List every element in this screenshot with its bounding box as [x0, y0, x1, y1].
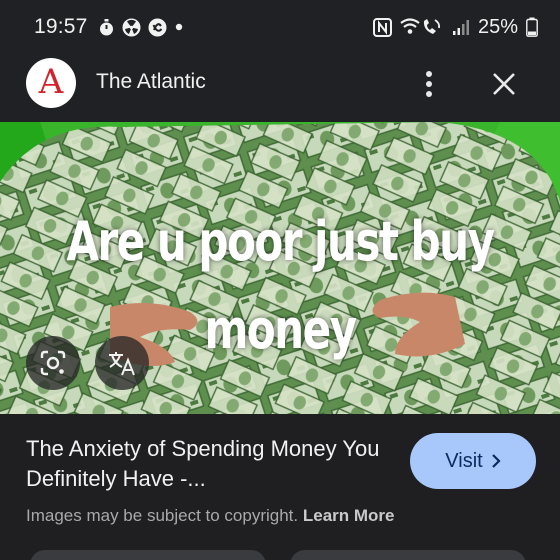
- status-left-icons: [98, 18, 184, 37]
- more-options-button[interactable]: [414, 64, 444, 104]
- status-bar: 19:57 25%: [0, 0, 560, 54]
- bottom-chip-left[interactable]: [30, 550, 266, 560]
- battery-icon: [526, 17, 538, 37]
- timer-icon: [99, 18, 113, 35]
- result-title[interactable]: The Anxiety of Spending Money You Defini…: [26, 434, 396, 494]
- google-lens-icon: [40, 350, 66, 376]
- more-vert-icon: [426, 71, 432, 97]
- sync-icon: [148, 18, 167, 36]
- wifi-call-icon: [400, 18, 441, 34]
- translate-button[interactable]: [95, 336, 149, 390]
- bottom-chip-right[interactable]: [290, 550, 526, 560]
- status-right-icons: 25%: [372, 15, 538, 39]
- close-icon: [493, 73, 515, 95]
- image-preview[interactable]: Are u poor just buy money: [0, 122, 560, 414]
- site-logo: A: [26, 58, 76, 108]
- site-logo-letter: A: [38, 62, 64, 102]
- copyright-text: Images may be subject to copyright.: [26, 506, 299, 525]
- close-button[interactable]: [486, 66, 522, 102]
- meme-caption-line1: Are u poor just buy: [66, 210, 496, 273]
- nfc-icon: [372, 17, 392, 37]
- learn-more-link[interactable]: Learn More: [303, 506, 395, 525]
- site-name[interactable]: The Atlantic: [96, 70, 206, 94]
- copyright-notice: Images may be subject to copyright. Lear…: [26, 506, 395, 526]
- notification-dot-icon: [175, 23, 182, 31]
- radiation-icon: [122, 18, 141, 36]
- signal-icon: [452, 20, 469, 35]
- google-lens-button[interactable]: [26, 336, 80, 390]
- translate-icon: [109, 352, 135, 376]
- battery-percent: 25%: [477, 15, 518, 38]
- visit-button[interactable]: Visit: [410, 433, 536, 489]
- result-header: A The Atlantic: [0, 54, 560, 122]
- chevron-right-icon: [491, 454, 501, 468]
- status-time: 19:57: [34, 15, 88, 38]
- visit-label: Visit: [445, 449, 483, 472]
